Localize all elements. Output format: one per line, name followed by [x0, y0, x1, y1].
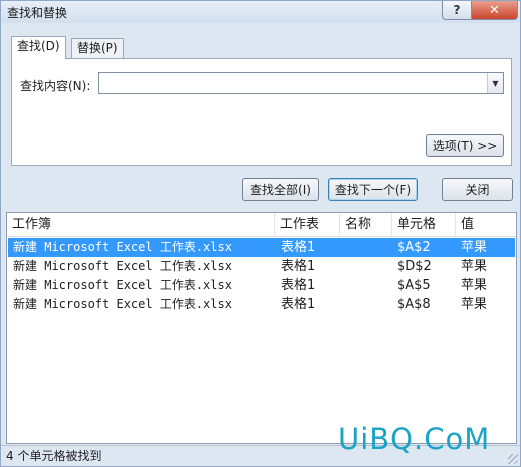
- resize-grip-icon[interactable]: [508, 454, 518, 464]
- title-bar[interactable]: 查找和替换 ? ✕: [1, 1, 520, 23]
- row-sheet: 表格1: [281, 259, 316, 274]
- table-row[interactable]: 新建 Microsoft Excel 工作表.xlsx 表格1 $A$2 苹果: [8, 238, 515, 257]
- find-replace-dialog: 查找和替换 ? ✕ 查找(D) 替换(P) 查找内容(N): ▼ 选项(T) >…: [0, 0, 521, 467]
- row-name: [346, 257, 394, 276]
- dialog-title: 查找和替换: [7, 6, 68, 20]
- tab-replace-label: 替换(P): [77, 41, 118, 55]
- results-header: 工作簿 工作表 名称 单元格 值: [7, 213, 516, 237]
- column-header-value[interactable]: 值: [456, 213, 516, 237]
- column-header-name[interactable]: 名称: [340, 213, 392, 237]
- status-text: 4 个单元格被找到: [6, 449, 102, 463]
- row-cell: $A$8: [397, 297, 431, 312]
- close-icon: ✕: [489, 2, 500, 18]
- column-header-sheet[interactable]: 工作表: [275, 213, 340, 237]
- tab-find-label: 查找(D): [17, 39, 60, 53]
- find-what-input[interactable]: [99, 73, 487, 93]
- find-what-combo[interactable]: ▼: [98, 72, 504, 94]
- help-button[interactable]: ?: [442, 1, 472, 20]
- find-what-label: 查找内容(N):: [20, 79, 91, 93]
- table-row[interactable]: 新建 Microsoft Excel 工作表.xlsx 表格1 $A$5 苹果: [8, 276, 515, 295]
- watermark-logo: UiBQ.CoM: [338, 422, 491, 456]
- column-header-cell[interactable]: 单元格: [392, 213, 456, 237]
- question-icon: ?: [453, 3, 461, 17]
- chevron-down-icon: ▼: [492, 78, 499, 88]
- row-value: 苹果: [461, 259, 488, 274]
- row-sheet: 表格1: [281, 297, 316, 312]
- results-list[interactable]: 工作簿 工作表 名称 单元格 值 新建 Microsoft Excel 工作表.…: [6, 212, 517, 444]
- row-cell: $A$5: [397, 278, 431, 293]
- row-value: 苹果: [461, 278, 488, 293]
- row-workbook: 新建 Microsoft Excel 工作表.xlsx: [13, 278, 232, 292]
- table-row[interactable]: 新建 Microsoft Excel 工作表.xlsx 表格1 $D$2 苹果: [8, 257, 515, 276]
- table-row[interactable]: 新建 Microsoft Excel 工作表.xlsx 表格1 $A$8 苹果: [8, 295, 515, 314]
- row-cell: $D$2: [397, 259, 432, 274]
- row-cell: $A$2: [397, 240, 431, 255]
- row-value: 苹果: [461, 240, 488, 255]
- find-history-dropdown[interactable]: ▼: [487, 73, 503, 93]
- row-sheet: 表格1: [281, 278, 316, 293]
- row-name: [346, 276, 394, 295]
- row-name: [346, 238, 394, 257]
- tab-replace[interactable]: 替换(P): [71, 38, 124, 58]
- close-button[interactable]: 关闭: [442, 178, 513, 201]
- row-sheet: 表格1: [281, 240, 316, 255]
- tab-find[interactable]: 查找(D): [11, 36, 66, 59]
- row-value: 苹果: [461, 297, 488, 312]
- find-all-button[interactable]: 查找全部(I): [242, 178, 319, 201]
- options-button[interactable]: 选项(T) >>: [426, 134, 504, 157]
- row-workbook: 新建 Microsoft Excel 工作表.xlsx: [13, 259, 232, 273]
- row-workbook: 新建 Microsoft Excel 工作表.xlsx: [13, 297, 232, 311]
- row-name: [346, 295, 394, 314]
- find-tab-panel: 查找内容(N): ▼ 选项(T) >>: [11, 58, 512, 166]
- column-header-workbook[interactable]: 工作簿: [7, 213, 275, 237]
- find-next-button[interactable]: 查找下一个(F): [328, 178, 418, 201]
- window-close-button[interactable]: ✕: [471, 1, 518, 20]
- row-workbook: 新建 Microsoft Excel 工作表.xlsx: [13, 240, 232, 254]
